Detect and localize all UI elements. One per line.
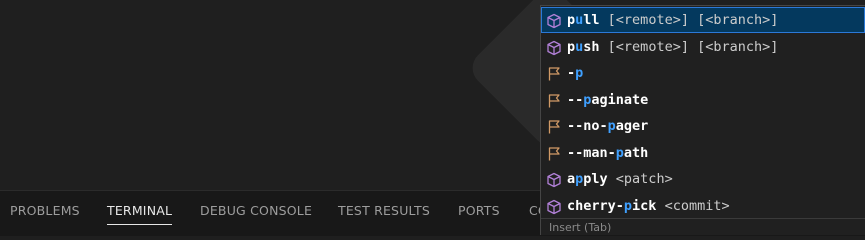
suggestion-text: ply bbox=[583, 171, 608, 187]
suggestion-text: ll bbox=[583, 12, 600, 28]
tab-debug-console[interactable]: DEBUG CONSOLE bbox=[200, 201, 312, 225]
cube-icon bbox=[546, 12, 562, 29]
match-highlight: p bbox=[575, 65, 584, 81]
argument-hint: [<remote>] [<branch>] bbox=[599, 12, 779, 28]
cube-icon bbox=[546, 171, 562, 188]
suggestion-item[interactable]: pull [<remote>] [<branch>] bbox=[541, 7, 865, 33]
argument-hint: [<remote>] [<branch>] bbox=[599, 38, 779, 55]
suggestion-text: --no- bbox=[567, 118, 608, 134]
suggestion-text: aginate bbox=[591, 91, 649, 108]
suggestion-label: --no-pager bbox=[567, 113, 648, 139]
suggestion-text: - bbox=[567, 65, 576, 81]
suggestion-label: -p bbox=[567, 60, 583, 86]
match-highlight: p bbox=[615, 144, 624, 161]
suggestion-text: cherry- bbox=[567, 197, 624, 214]
suggestion-widget: pull [<remote>] [<branch>] push [<remote>… bbox=[540, 5, 865, 235]
suggestion-text: -- bbox=[567, 91, 584, 108]
suggestion-text: ager bbox=[615, 118, 649, 134]
suggestion-label: --paginate bbox=[567, 87, 648, 113]
argument-hint: <patch> bbox=[607, 171, 673, 187]
suggestion-text: sh bbox=[583, 38, 600, 55]
suggestion-label: pull [<remote>] [<branch>] bbox=[567, 7, 778, 33]
suggestion-text: ick bbox=[632, 197, 657, 214]
tab-ports[interactable]: PORTS bbox=[458, 201, 500, 225]
suggestion-label: --man-path bbox=[567, 140, 648, 166]
argument-hint: <commit> bbox=[656, 197, 730, 214]
suggestion-label: apply <patch> bbox=[567, 166, 673, 192]
suggestion-text: p bbox=[567, 12, 576, 28]
suggestion-item[interactable]: push [<remote>] [<branch>] bbox=[541, 34, 865, 60]
tab-problems[interactable]: PROBLEMS bbox=[10, 201, 80, 225]
suggestion-text: ath bbox=[623, 144, 649, 161]
suggestion-item[interactable]: -p bbox=[541, 60, 865, 86]
suggestion-text: p bbox=[567, 38, 576, 55]
suggestion-item[interactable]: apply <patch> bbox=[541, 166, 865, 192]
match-highlight: p bbox=[607, 118, 616, 134]
tab-test-results[interactable]: TEST RESULTS bbox=[338, 201, 430, 225]
suggestion-text: --man- bbox=[567, 144, 616, 161]
suggestion-item[interactable]: --man-path bbox=[541, 140, 865, 166]
suggestion-text: a bbox=[567, 171, 576, 187]
flag-icon bbox=[546, 145, 562, 161]
suggestion-label: push [<remote>] [<branch>] bbox=[567, 34, 778, 60]
flag-icon bbox=[546, 92, 562, 108]
match-highlight: p bbox=[623, 197, 633, 214]
suggestion-item[interactable]: --paginate bbox=[541, 87, 865, 113]
status-hint: Insert (Tab) bbox=[541, 218, 865, 235]
cube-icon bbox=[546, 39, 562, 55]
flag-icon bbox=[546, 118, 562, 134]
suggestion-item[interactable]: --no-pager bbox=[541, 113, 865, 139]
tab-terminal[interactable]: TERMINAL bbox=[107, 201, 173, 225]
suggestion-label: cherry-pick <commit> bbox=[567, 193, 730, 219]
cube-icon bbox=[546, 198, 562, 214]
suggestion-item[interactable]: cherry-pick <commit> bbox=[541, 193, 865, 219]
flag-icon bbox=[546, 65, 562, 81]
